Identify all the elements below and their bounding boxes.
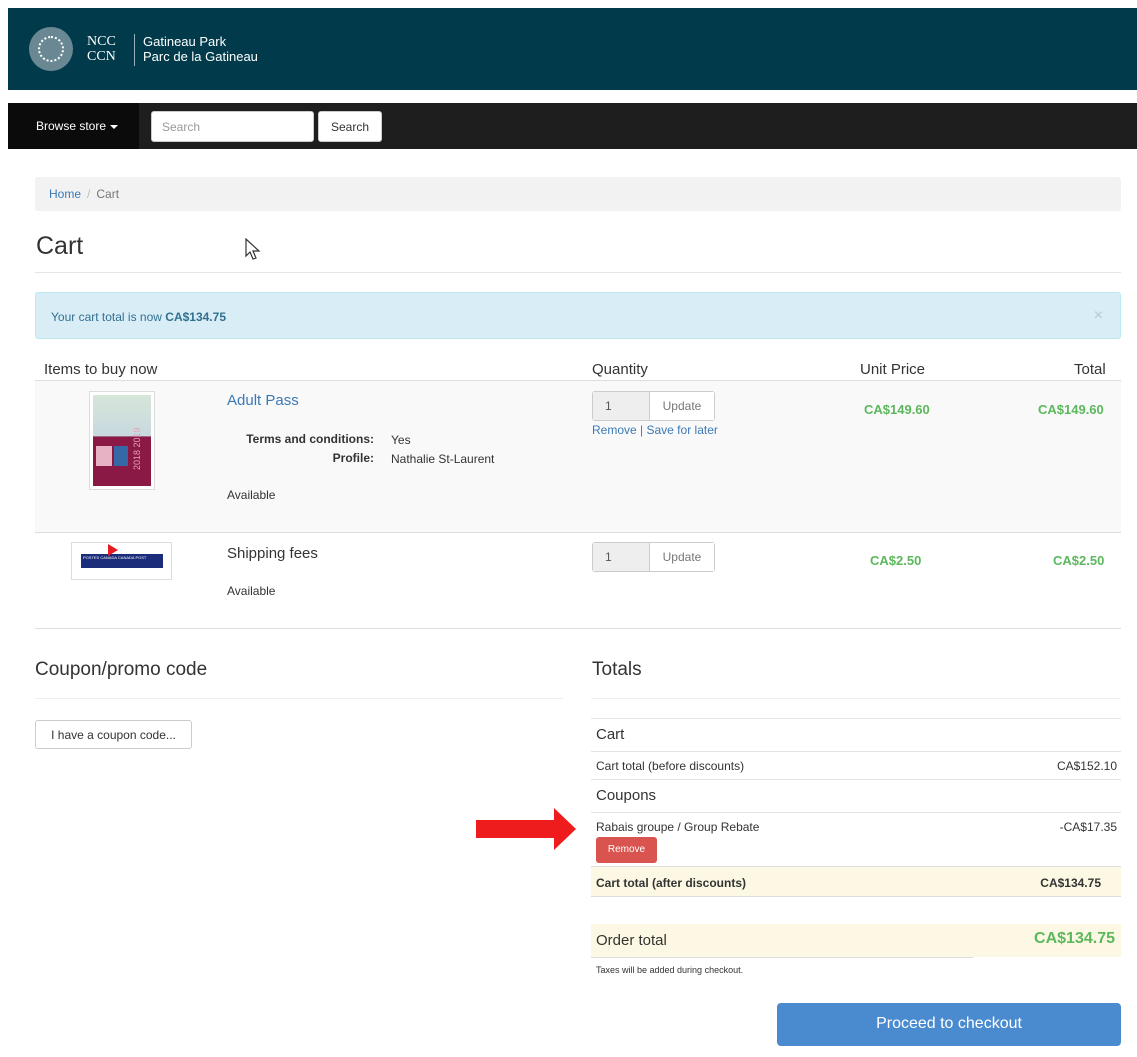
- update-button[interactable]: Update: [650, 543, 714, 571]
- quantity-input[interactable]: 1: [593, 543, 650, 571]
- breadcrumb-current: Cart: [96, 187, 120, 201]
- site-header: NCC CCN Gatineau Park Parc de la Gatinea…: [8, 8, 1137, 90]
- brand-park-name: Gatineau Park Parc de la Gatineau: [143, 34, 258, 64]
- quantity-stepper: 1 Update: [592, 391, 715, 421]
- coupon-code-button[interactable]: I have a coupon code...: [35, 720, 192, 749]
- order-total-value: CA$134.75: [1034, 930, 1115, 947]
- breadcrumb-separator: /: [87, 187, 91, 201]
- row-divider: [591, 779, 1121, 780]
- unit-price: CA$2.50: [870, 553, 922, 568]
- cart-total-alert: Your cart total is now CA$134.75 ×: [35, 292, 1121, 339]
- row-divider: [591, 751, 1121, 752]
- table-bottom-divider: [35, 628, 1121, 629]
- attr-value-profile: Nathalie St-Laurent: [391, 452, 495, 466]
- breadcrumb: Home / Cart: [35, 177, 1121, 211]
- cart-total-before-value: CA$152.10: [1056, 759, 1117, 773]
- canada-post-logo[interactable]: POSTES CANADA CANADA POST: [71, 542, 172, 580]
- park-name-en: Gatineau Park: [143, 34, 227, 49]
- coupons-heading: Coupons: [596, 787, 657, 804]
- brand-acronym: NCC CCN: [87, 34, 116, 64]
- attr-value-terms: Yes: [391, 433, 411, 447]
- unit-price: CA$149.60: [864, 402, 930, 417]
- order-total-divider: [591, 957, 973, 958]
- cart-total-after-value: CA$134.75: [1040, 876, 1101, 890]
- coupon-title: Coupon/promo code: [35, 659, 208, 680]
- canada-post-text-top: POSTES CANADA: [83, 555, 117, 560]
- alert-text: Your cart total is now: [51, 310, 166, 324]
- order-total-row: Order total CA$134.75: [591, 924, 1121, 957]
- caret-down-icon: [110, 124, 119, 129]
- availability-status: Available: [227, 488, 276, 502]
- coupon-name: Rabais groupe / Group Rebate: [596, 820, 760, 834]
- remove-coupon-button[interactable]: Remove: [596, 837, 657, 863]
- red-arrow-icon: [476, 808, 576, 850]
- order-total-label: Order total: [596, 932, 667, 949]
- close-icon[interactable]: ×: [1094, 307, 1103, 325]
- totals-divider: [591, 698, 1121, 699]
- brand-acronym-fr: CCN: [87, 49, 116, 64]
- header-unit-price: Unit Price: [860, 361, 926, 378]
- park-name-fr: Parc de la Gatineau: [143, 49, 258, 64]
- remove-link[interactable]: Remove: [592, 423, 637, 437]
- totals-table-top: [591, 718, 1121, 719]
- browse-store-label: Browse store: [36, 119, 107, 133]
- profile-photo-icon: [96, 446, 112, 466]
- alert-amount: CA$134.75: [165, 310, 226, 324]
- mouse-cursor-icon: [245, 238, 261, 260]
- search-button[interactable]: Search: [318, 111, 382, 142]
- action-separator: |: [640, 423, 644, 437]
- canada-post-text: POSTES CANADA CANADA POST: [83, 555, 146, 560]
- cart-total-after-label: Cart total (after discounts): [596, 876, 747, 890]
- title-divider: [35, 272, 1121, 273]
- quantity-stepper: 1 Update: [592, 542, 715, 572]
- save-for-later-link[interactable]: Save for later: [647, 423, 718, 437]
- coupon-divider: [35, 698, 563, 699]
- cart-total-before-label: Cart total (before discounts): [596, 759, 745, 773]
- cart-heading: Cart: [596, 726, 625, 743]
- store-navbar: Browse store Search Search: [8, 103, 1137, 149]
- proceed-to-checkout-button[interactable]: Proceed to checkout: [777, 1003, 1121, 1046]
- attr-key-terms: Terms and conditions:: [246, 432, 374, 446]
- brand-divider: [134, 34, 135, 66]
- ncc-logo-icon[interactable]: [29, 27, 73, 71]
- tax-note: Taxes will be added during checkout.: [596, 965, 744, 975]
- brand-acronym-en: NCC: [87, 34, 116, 49]
- breadcrumb-home-link[interactable]: Home: [49, 187, 81, 201]
- totals-title: Totals: [592, 659, 642, 680]
- availability-status: Available: [227, 584, 276, 598]
- hiker-icon: [114, 446, 128, 466]
- header-items: Items to buy now: [44, 361, 158, 378]
- product-link-adult-pass[interactable]: Adult Pass: [227, 392, 299, 409]
- attr-key-profile: Profile:: [332, 451, 374, 465]
- update-button[interactable]: Update: [650, 392, 714, 420]
- browse-store-dropdown[interactable]: Browse store: [8, 103, 139, 149]
- adult-pass-image[interactable]: 2018 2019: [89, 391, 155, 490]
- coupon-discount-value: -CA$17.35: [1059, 820, 1117, 834]
- search-input[interactable]: Search: [151, 111, 314, 142]
- row-divider: [591, 812, 1121, 813]
- line-total: CA$2.50: [1053, 553, 1105, 568]
- header-total: Total: [1074, 361, 1106, 378]
- pass-year-text: 2018 2019: [132, 427, 142, 470]
- header-quantity: Quantity: [592, 361, 648, 378]
- quantity-input[interactable]: 1: [593, 392, 650, 420]
- canada-post-text-bottom: CANADA POST: [117, 555, 147, 560]
- cart-total-after-row: Cart total (after discounts) CA$134.75: [591, 866, 1121, 897]
- page-title: Cart: [36, 232, 84, 260]
- line-total: CA$149.60: [1038, 402, 1104, 417]
- row-actions: Remove | Save for later: [592, 423, 718, 437]
- product-name-shipping: Shipping fees: [227, 545, 318, 562]
